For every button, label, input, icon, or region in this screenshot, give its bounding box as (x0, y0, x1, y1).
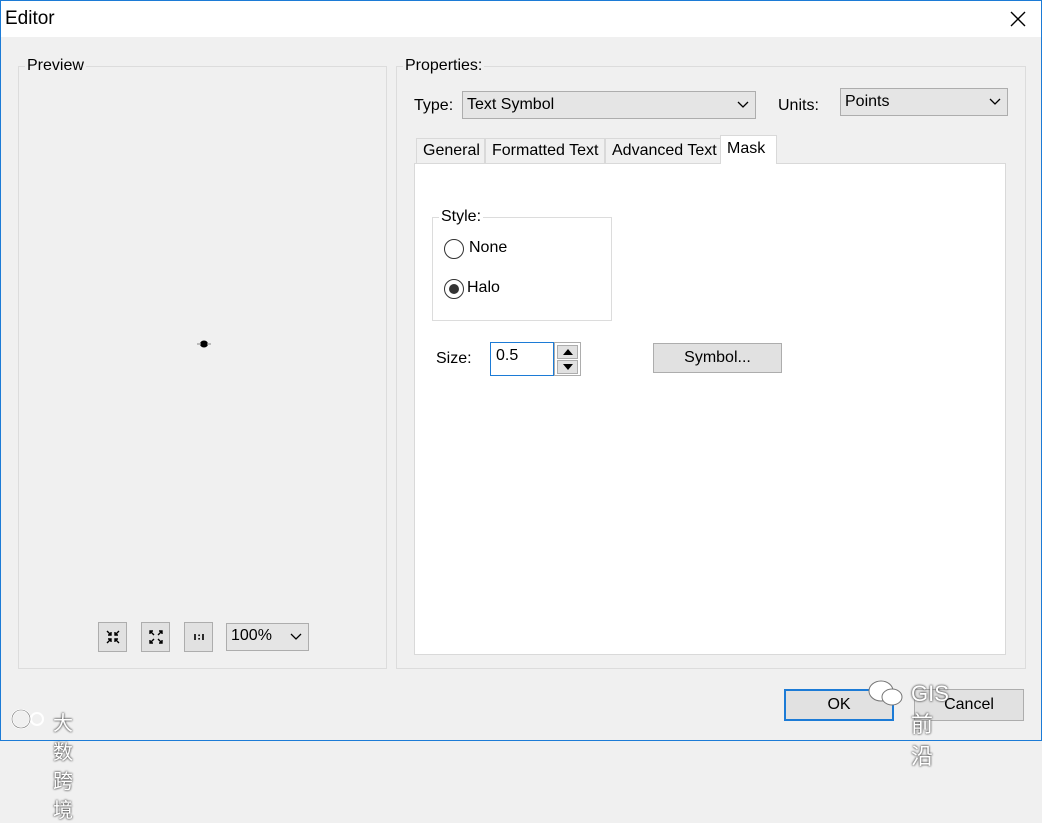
size-stepper[interactable] (554, 342, 581, 376)
full-extent-button[interactable] (141, 622, 170, 652)
radio-button[interactable] (444, 239, 464, 259)
preview-label: Preview (25, 57, 86, 75)
radio-halo-label: Halo (467, 279, 500, 296)
size-field[interactable] (490, 342, 554, 376)
tab-formatted-text[interactable]: Formatted Text (485, 138, 605, 164)
zoom-value: 100% (231, 627, 272, 644)
properties-label: Properties: (403, 57, 485, 75)
style-group: Style: None Halo (432, 208, 612, 321)
actual-size-button[interactable] (184, 622, 213, 652)
window-title: Editor (5, 8, 55, 29)
preview-group: Preview 100% (18, 57, 387, 669)
wechat-icon (868, 680, 903, 706)
units-label: Units: (778, 97, 819, 114)
ok-button-label: OK (827, 696, 851, 713)
type-value: Text Symbol (467, 96, 555, 113)
type-select[interactable]: Text Symbol (462, 91, 756, 119)
zoom-to-fit-icon (106, 630, 119, 644)
watermark-right-text: GIS前沿 (911, 681, 949, 769)
units-select[interactable]: Points (840, 88, 1008, 116)
title-bar: Editor (1, 1, 1041, 37)
type-label: Type: (414, 97, 454, 114)
radio-selected-dot (449, 284, 459, 294)
tab-mask[interactable]: Mask (720, 135, 777, 164)
actual-size-icon (193, 634, 204, 640)
tab-label: Mask (727, 140, 766, 157)
full-extent-icon (148, 630, 163, 644)
triangle-up-icon (562, 349, 573, 355)
watermark-left-text: 大数跨境 (53, 713, 73, 822)
cancel-button-label: Cancel (944, 696, 994, 713)
radio-none[interactable]: None (433, 236, 603, 262)
mask-tab-panel: Style: None Halo Size: 0.5 Symbol... (414, 163, 1006, 655)
zoom-select[interactable]: 100% (226, 623, 309, 651)
symbol-button[interactable]: Symbol... (653, 343, 782, 373)
units-value: Points (845, 93, 890, 110)
tab-advanced-text[interactable]: Advanced Text (605, 138, 721, 164)
triangle-down-icon (562, 364, 573, 370)
tab-label: General (423, 142, 480, 159)
spin-up-button[interactable] (557, 345, 578, 359)
style-label: Style: (439, 208, 484, 226)
chevron-down-icon (290, 633, 302, 640)
radio-button[interactable] (444, 279, 464, 299)
preview-canvas (197, 340, 211, 348)
radio-none-label: None (469, 239, 508, 256)
chevron-down-icon (989, 98, 1001, 105)
close-button[interactable] (995, 1, 1041, 37)
zoom-to-fit-button[interactable] (98, 622, 127, 652)
spin-down-button[interactable] (557, 360, 578, 374)
size-input[interactable] (491, 343, 552, 365)
watermark-logo-icon (11, 709, 44, 729)
symbol-button-label: Symbol... (684, 349, 751, 366)
editor-window: Editor Preview 100% Properties: Type: Te… (0, 0, 1042, 822)
tab-label: Advanced Text (612, 142, 717, 159)
chevron-down-icon (737, 101, 749, 108)
close-icon (1010, 11, 1026, 27)
tab-label: Formatted Text (492, 142, 599, 159)
radio-halo[interactable]: Halo (433, 276, 603, 302)
tab-general[interactable]: General (416, 138, 485, 164)
size-label: Size: (436, 350, 472, 367)
